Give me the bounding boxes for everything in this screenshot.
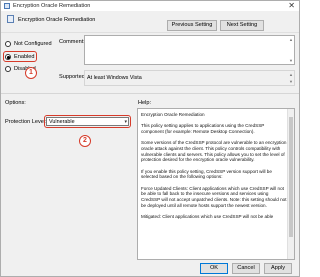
ok-button[interactable]: OK xyxy=(200,263,228,274)
policy-setting-icon xyxy=(7,15,14,23)
radio-not-configured[interactable]: Not Configured xyxy=(5,40,52,48)
policy-app-icon xyxy=(4,3,10,9)
previous-setting-button[interactable]: Previous Setting xyxy=(167,20,217,31)
help-scrollbar[interactable] xyxy=(287,109,294,259)
apply-button[interactable]: Apply xyxy=(264,263,292,274)
help-text: Encryption Oracle Remediation This polic… xyxy=(141,112,287,225)
protection-highlight xyxy=(44,115,131,128)
comment-input[interactable]: ▲ ▼ xyxy=(84,35,295,65)
window-title: Encryption Oracle Remediation xyxy=(13,3,91,9)
help-scrollbar-thumb[interactable] xyxy=(289,117,293,237)
marker-2: 2 xyxy=(79,135,91,147)
help-heading: Help: xyxy=(138,100,152,106)
comment-label: Comment: xyxy=(59,39,85,45)
supported-scroll-up-icon[interactable]: ▲ xyxy=(289,72,293,77)
cancel-button[interactable]: Cancel xyxy=(232,263,260,274)
help-paragraph: Force Updated Clients: Client applicatio… xyxy=(141,185,287,208)
policy-dialog: Encryption Oracle Remediation ✕ Encrypti… xyxy=(0,0,300,277)
options-panel xyxy=(4,108,132,260)
help-panel: Encryption Oracle Remediation This polic… xyxy=(137,108,295,260)
close-icon[interactable]: ✕ xyxy=(288,1,295,11)
help-paragraph: This policy setting applies to applicati… xyxy=(141,123,265,134)
options-heading: Options: xyxy=(5,100,26,106)
next-setting-button[interactable]: Next Setting xyxy=(220,20,264,31)
policy-name: Encryption Oracle Remediation xyxy=(18,17,96,23)
radio-not-configured-label: Not Configured xyxy=(14,41,52,47)
radio-disabled-circle[interactable] xyxy=(5,66,11,72)
supported-on-box: At least Windows Vista ▲ ▼ xyxy=(84,70,295,86)
marker-1: 1 xyxy=(25,67,37,79)
supported-on-value: At least Windows Vista xyxy=(87,75,142,81)
section-divider xyxy=(1,93,299,94)
scroll-up-icon[interactable]: ▲ xyxy=(289,37,293,42)
help-paragraph: If you enable this policy setting, CredS… xyxy=(141,168,272,180)
enabled-highlight xyxy=(3,51,37,62)
title-bar: Encryption Oracle Remediation ✕ xyxy=(1,1,299,11)
help-paragraph: Some versions of the CredSSP protocol ar… xyxy=(141,140,287,163)
supported-scroll-down-icon[interactable]: ▼ xyxy=(289,79,293,84)
help-paragraph: Encryption Oracle Remediation xyxy=(141,112,205,117)
radio-not-configured-circle[interactable] xyxy=(5,41,11,47)
protection-level-label: Protection Level: xyxy=(5,119,47,125)
help-paragraph: Mitigated: Client applications which use… xyxy=(141,214,274,220)
scroll-down-icon[interactable]: ▼ xyxy=(289,58,293,63)
